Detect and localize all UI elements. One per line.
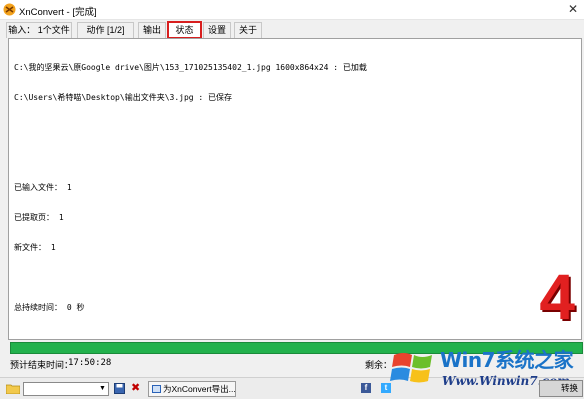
tab-settings[interactable]: 设置 (203, 22, 231, 38)
convert-button[interactable]: 转换 (539, 380, 583, 397)
log-line: C:\Users\希特喵\Desktop\输出文件夹\3.jpg : 已保存 (14, 93, 233, 102)
xnconvert-logo-icon (3, 3, 16, 16)
window-title: XnConvert - [完成] (19, 7, 97, 18)
log-line: 总持续时间： 0 秒 (14, 303, 85, 312)
save-icon[interactable] (114, 383, 125, 394)
profile-select[interactable]: ▼ (23, 382, 109, 396)
step-number-overlay: 4 (539, 261, 575, 333)
log-line: 已提取页： 1 (14, 213, 64, 222)
export-button[interactable]: 为XnConvert导出... (148, 381, 236, 397)
export-button-label: 为XnConvert导出... (163, 384, 236, 394)
delete-icon[interactable]: ✖ (131, 381, 140, 394)
export-icon (152, 385, 161, 393)
tab-output[interactable]: 输出 (138, 22, 166, 38)
tab-status[interactable]: 状态 (167, 21, 202, 39)
status-log: C:\我的坚果云\原Google drive\图片\153_1710251354… (14, 43, 367, 333)
tab-strip: 输入： 1个文件 动作 [1/2] 输出 状态 设置 关于 (0, 20, 584, 39)
log-line: 新文件： 1 (14, 243, 56, 252)
chevron-down-icon[interactable]: ▼ (97, 383, 108, 395)
folder-icon[interactable] (6, 383, 20, 394)
tab-about[interactable]: 关于 (234, 22, 262, 38)
watermark-brand: Win7系统之家 (440, 348, 574, 372)
eta-label: 预计结束时间： (10, 360, 74, 370)
windows-logo-icon (390, 353, 432, 383)
tab-actions[interactable]: 动作 [1/2] (77, 22, 134, 38)
log-line: 已输入文件： 1 (14, 183, 72, 192)
status-log-panel: C:\我的坚果云\原Google drive\图片\153_1710251354… (8, 38, 582, 340)
log-line: C:\我的坚果云\原Google drive\图片\153_1710251354… (14, 63, 367, 72)
close-icon[interactable]: ✕ (568, 2, 578, 16)
facebook-icon[interactable]: f (361, 383, 371, 393)
title-bar: XnConvert - [完成] ✕ (0, 0, 584, 20)
tab-input[interactable]: 输入： 1个文件 (6, 22, 72, 38)
eta-value: 17:50:28 (68, 358, 112, 368)
